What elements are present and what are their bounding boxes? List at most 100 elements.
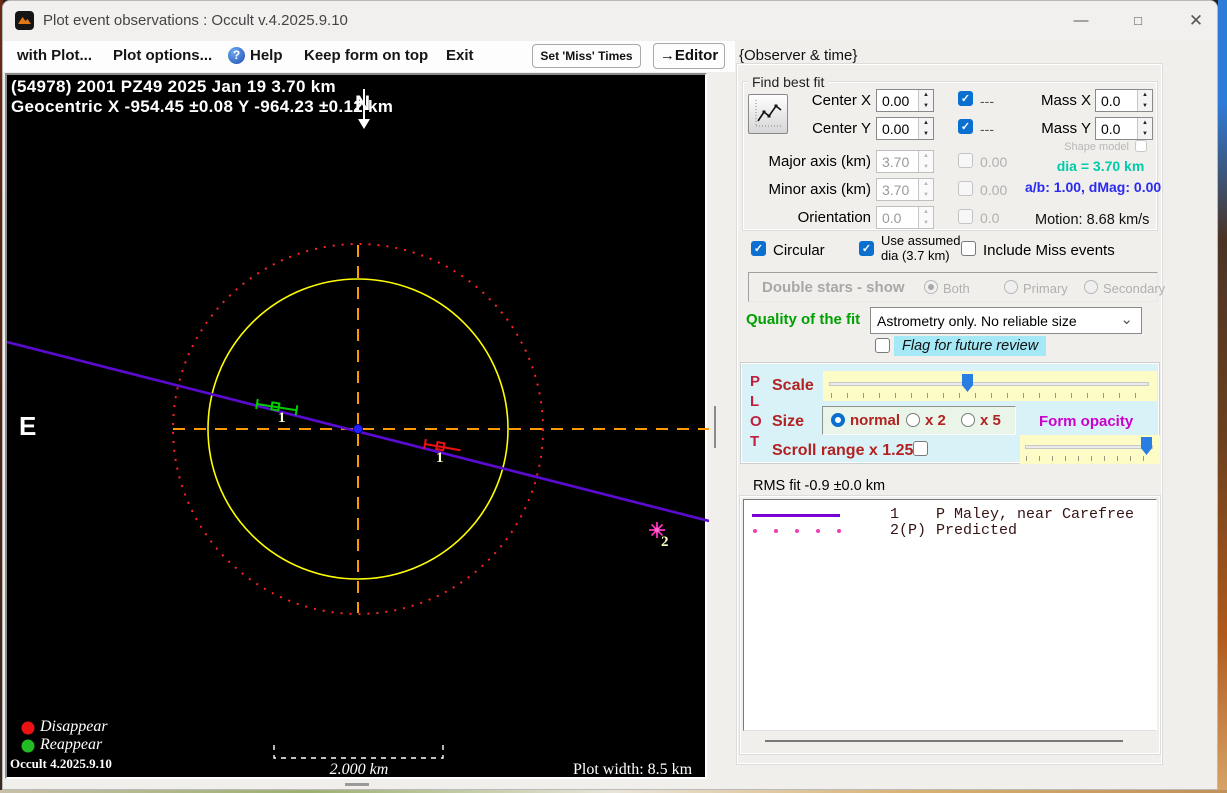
center-y-checkbox[interactable]: ✓ <box>958 119 973 134</box>
center-x-spin-buttons[interactable]: ▲ ▼ <box>918 90 933 111</box>
chevron-down-icon[interactable]: ⌄ <box>1120 310 1133 328</box>
plot-horizontal-scrollbar[interactable] <box>345 783 369 786</box>
major-axis-spinner[interactable]: 3.70 ▲ ▼ <box>876 150 934 173</box>
plot-letter-p: P <box>750 373 761 390</box>
include-miss-label: Include Miss events <box>983 242 1115 259</box>
mass-y-spinner[interactable]: 0.0 ▲ ▼ <box>1095 117 1153 140</box>
minor-axis-tag: 0.00 <box>980 182 1008 198</box>
listbox-horizontal-scrollbar[interactable] <box>765 740 1123 742</box>
form-opacity-label: Form opacity <box>1039 413 1134 430</box>
mountain-icon <box>18 17 31 24</box>
maximize-button[interactable]: □ <box>1115 7 1161 35</box>
minor-axis-spinner[interactable]: 3.70 ▲ ▼ <box>876 178 934 201</box>
window-title: Plot event observations : Occult v.4.202… <box>43 12 348 29</box>
find-best-fit-label: Find best fit <box>748 74 829 90</box>
menu-plot-options[interactable]: Plot options... <box>113 47 212 64</box>
observation-1-name[interactable]: P Maley, near Carefree <box>936 506 1134 523</box>
major-axis-label: Major axis (km) <box>768 153 871 170</box>
quality-combobox[interactable]: Astrometry only. No reliable size ⌄ <box>870 307 1142 334</box>
titlebar: Plot event observations : Occult v.4.202… <box>3 1 1217 41</box>
center-y-spin-buttons[interactable]: ▲ ▼ <box>918 118 933 139</box>
double-stars-panel: Double stars - show Both Primary Seconda… <box>748 272 1165 302</box>
mass-y-label: Mass Y <box>1041 120 1091 137</box>
include-miss-checkbox[interactable] <box>961 241 976 256</box>
major-axis-tag: 0.00 <box>980 154 1008 170</box>
scroll-range-checkbox[interactable] <box>913 441 928 456</box>
mass-x-spin-buttons[interactable]: ▲ ▼ <box>1137 90 1152 111</box>
form-opacity-ticks <box>1026 456 1154 461</box>
orientation-checkbox[interactable] <box>958 209 973 224</box>
quality-label: Quality of the fit <box>746 311 861 328</box>
center-y-tag: --- <box>980 121 994 137</box>
use-assumed-checkbox[interactable]: ✓ <box>859 241 874 256</box>
size-normal-label[interactable]: normal <box>850 412 900 429</box>
size-x5-radio[interactable] <box>961 413 975 427</box>
north-label: N <box>355 92 371 115</box>
ab-dmag-label: a/b: 1.00, dMag: 0.00 <box>1025 179 1162 195</box>
center-x-value[interactable]: 0.00 <box>877 90 918 111</box>
form-opacity-slider[interactable] <box>1020 435 1160 464</box>
help-icon[interactable]: ? <box>228 47 245 64</box>
size-label: Size <box>772 413 805 430</box>
set-miss-times-button[interactable]: Set 'Miss' Times <box>532 44 641 68</box>
center-y-value[interactable]: 0.00 <box>877 118 918 139</box>
app-window: Plot event observations : Occult v.4.202… <box>2 0 1218 790</box>
minimize-button[interactable]: — <box>1058 7 1104 35</box>
observation-1-id[interactable]: 1 <box>890 506 899 523</box>
form-opacity-thumb[interactable] <box>1141 437 1152 455</box>
legend-reappear-label: Reappear <box>40 736 103 753</box>
mass-x-value[interactable]: 0.0 <box>1096 90 1137 111</box>
north-arrowhead <box>358 119 370 129</box>
scroll-range-label: Scroll range x 1.25 <box>772 442 914 459</box>
orientation-spinner[interactable]: 0.0 ▲ ▼ <box>876 206 934 229</box>
observation-2-id[interactable]: 2(P) <box>890 522 926 539</box>
rms-fit-label: RMS fit -0.9 ±0.0 km <box>753 478 886 494</box>
orientation-label: Orientation <box>797 209 871 226</box>
mass-x-spinner[interactable]: 0.0 ▲ ▼ <box>1095 89 1153 112</box>
center-x-spinner[interactable]: 0.00 ▲ ▼ <box>876 89 934 112</box>
legend-disappear-dot <box>21 721 35 735</box>
plot-width-label: Plot width: 8.5 km <box>573 761 693 778</box>
plot-graphics <box>7 89 709 759</box>
orientation-spin-buttons: ▲ ▼ <box>918 207 933 228</box>
flag-review-label: Flag for future review <box>894 336 1047 356</box>
menu-exit[interactable]: Exit <box>446 47 474 64</box>
scale-label: Scale <box>772 377 814 394</box>
menu-with-plot[interactable]: with Plot... <box>17 47 92 64</box>
plot-canvas[interactable]: (54978) 2001 PZ49 2025 Jan 19 3.70 km Ge… <box>5 73 709 779</box>
flag-review-checkbox[interactable] <box>875 338 890 353</box>
menu-keep-on-top[interactable]: Keep form on top <box>304 47 428 64</box>
predicted-star-label: 2 <box>661 534 669 550</box>
size-x5-label[interactable]: x 5 <box>980 412 1001 429</box>
observation-1-line <box>752 514 840 517</box>
scale-slider[interactable] <box>823 371 1157 401</box>
shape-model-label: Shape model <box>1064 141 1129 153</box>
circular-label: Circular <box>773 242 825 259</box>
east-label: E <box>19 411 37 441</box>
mass-y-value[interactable]: 0.0 <box>1096 118 1137 139</box>
editor-button[interactable]: →Editor <box>653 43 725 69</box>
close-button[interactable]: ✕ <box>1173 7 1217 35</box>
mass-y-spin-buttons[interactable]: ▲ ▼ <box>1137 118 1152 139</box>
plot-header-line1: (54978) 2001 PZ49 2025 Jan 19 3.70 km <box>11 77 336 96</box>
observations-listbox[interactable]: 1 P Maley, near Carefree 2(P) Predicted <box>743 499 1157 731</box>
plot-version-label: Occult 4.2025.9.10 <box>10 756 112 771</box>
size-normal-radio[interactable] <box>831 413 845 427</box>
scale-slider-track <box>829 382 1149 386</box>
observation-2-name[interactable]: Predicted <box>936 522 1017 539</box>
circular-checkbox[interactable]: ✓ <box>751 241 766 256</box>
major-axis-checkbox[interactable] <box>958 153 973 168</box>
center-x-checkbox[interactable]: ✓ <box>958 91 973 106</box>
scale-slider-thumb[interactable] <box>962 374 973 392</box>
size-x2-label[interactable]: x 2 <box>925 412 946 429</box>
menu-help[interactable]: Help <box>250 47 283 64</box>
orientation-value: 0.0 <box>882 210 902 226</box>
observation-2-dots <box>753 529 841 533</box>
plot-vertical-scrollbar[interactable] <box>714 406 716 448</box>
shape-model-checkbox[interactable] <box>1135 140 1147 152</box>
center-y-spinner[interactable]: 0.00 ▲ ▼ <box>876 117 934 140</box>
size-radio-group: normal x 2 x 5 <box>822 406 1016 435</box>
center-dot <box>353 424 363 434</box>
size-x2-radio[interactable] <box>906 413 920 427</box>
minor-axis-checkbox[interactable] <box>958 181 973 196</box>
